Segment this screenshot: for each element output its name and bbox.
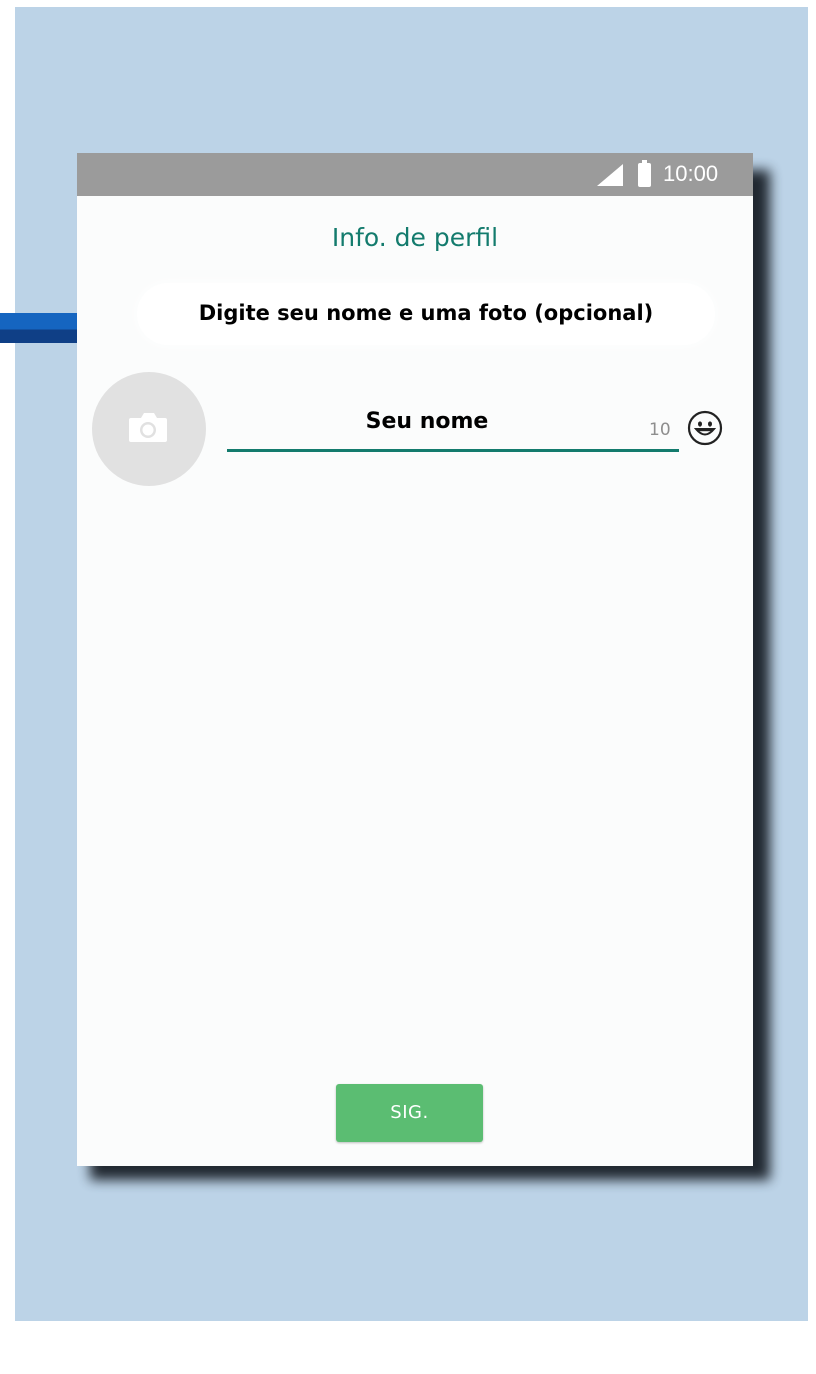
signal-icon — [597, 164, 623, 186]
status-time: 10:00 — [663, 161, 719, 186]
page-subtitle: Digite seu nome e uma foto (opcional) — [198, 301, 654, 325]
phone-screen: 10:00 Info. de perfil Digite seu nome e … — [77, 153, 753, 1166]
battery-icon — [638, 160, 651, 187]
name-input[interactable] — [227, 399, 627, 443]
status-bar: 10:00 — [77, 153, 753, 196]
profile-photo-button[interactable] — [92, 372, 206, 486]
char-counter: 10 — [649, 420, 671, 440]
name-input-underline — [227, 449, 679, 452]
camera-icon — [129, 413, 167, 442]
side-accent-bar — [0, 313, 80, 343]
emoji-icon[interactable] — [687, 410, 723, 446]
page-title: Info. de perfil — [331, 223, 499, 252]
next-button[interactable]: SIG. — [336, 1084, 483, 1142]
